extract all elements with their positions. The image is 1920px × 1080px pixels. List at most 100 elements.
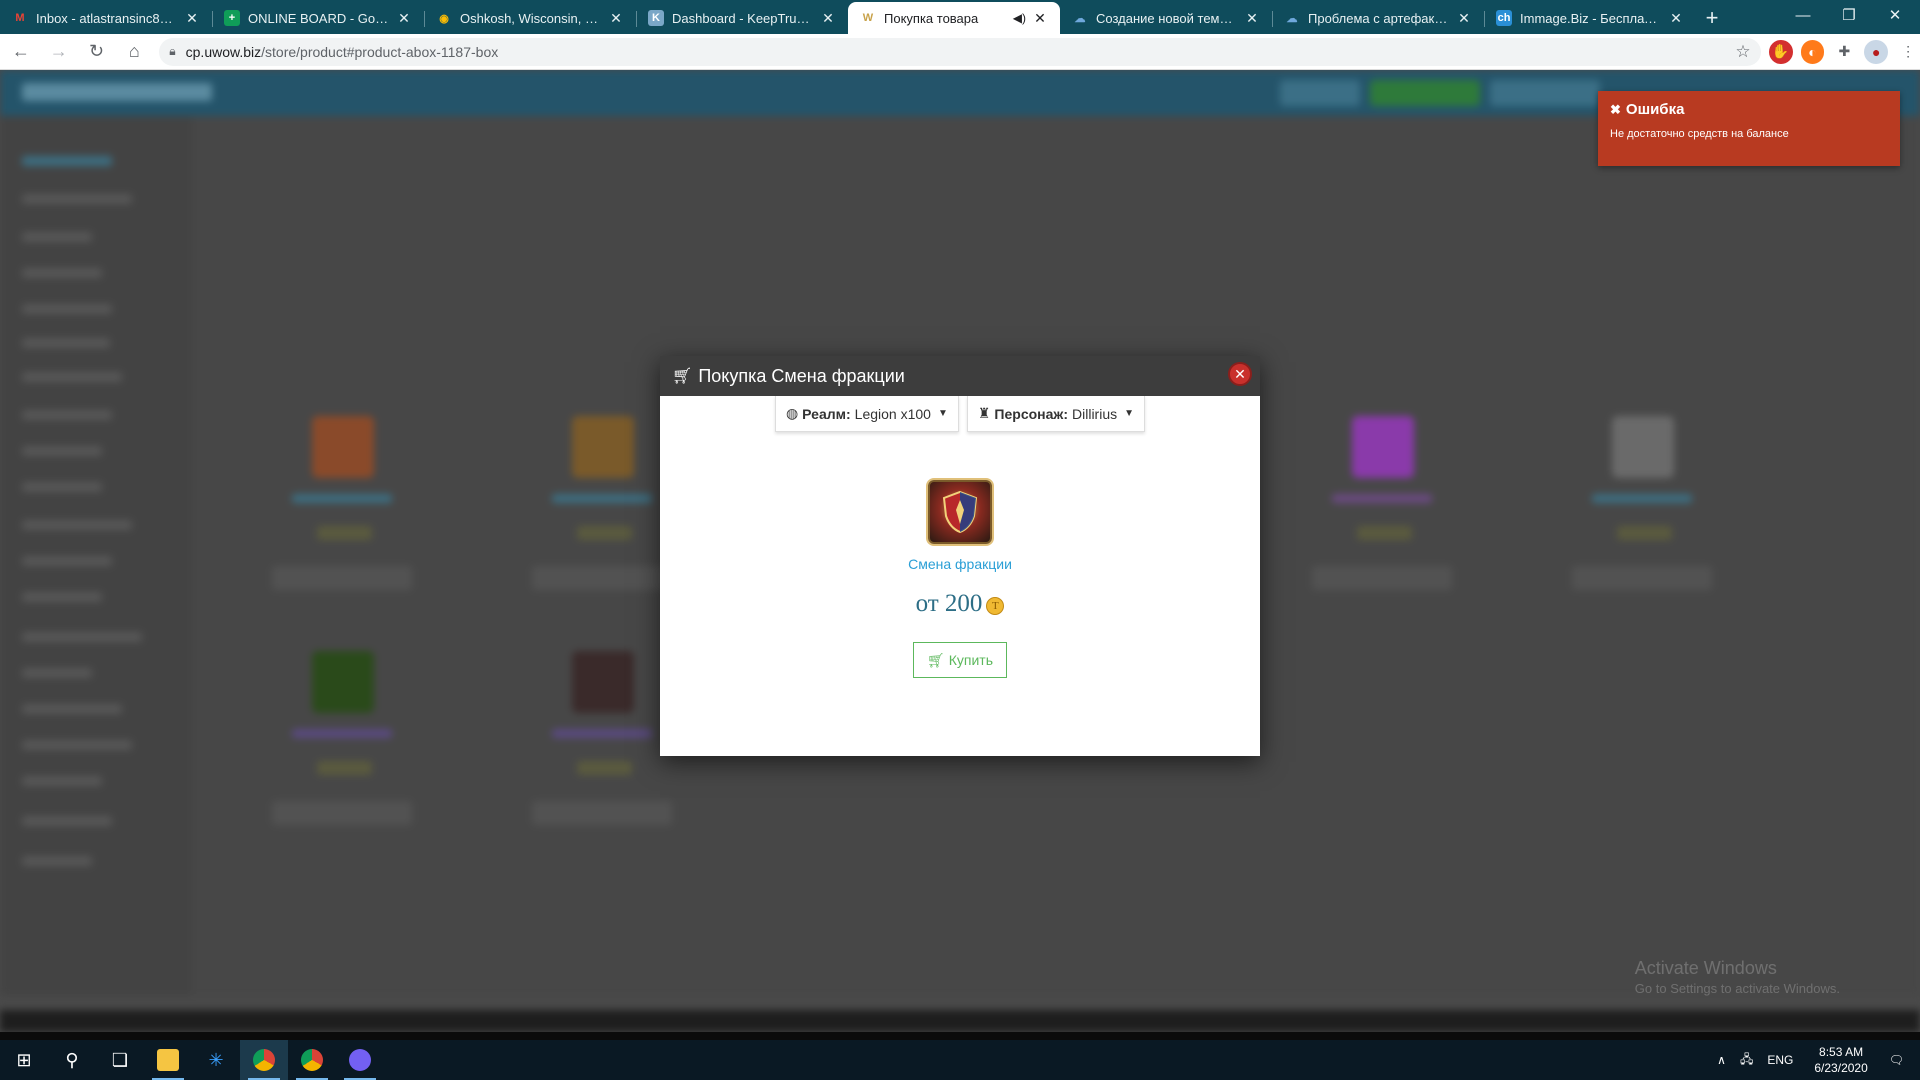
close-icon[interactable]: ✕ xyxy=(1244,10,1260,27)
taskbar-chrome[interactable] xyxy=(240,1040,288,1080)
character-icon: ♜ xyxy=(977,405,991,421)
audio-icon[interactable]: ◀) xyxy=(1013,11,1026,25)
browser-tab-strip: M Inbox - atlastransinc87@gm ✕ + ONLINE … xyxy=(0,0,1920,34)
realm-label: Реалм: xyxy=(802,405,851,422)
modal-close-button[interactable]: ✕ xyxy=(1228,362,1252,386)
forum-icon: ☁ xyxy=(1286,12,1298,25)
tab-immage[interactable]: ch Immage.Biz - Бесплатный ✕ xyxy=(1484,2,1696,34)
language-indicator[interactable]: ENG xyxy=(1767,1053,1793,1067)
shield-icon xyxy=(942,490,978,534)
tab-online-board[interactable]: + ONLINE BOARD - Google S ✕ xyxy=(212,2,424,34)
home-button[interactable]: ⌂ xyxy=(117,37,151,67)
tab-oshkosh[interactable]: ◉ Oshkosh, Wisconsin, USA to ✕ xyxy=(424,2,636,34)
folder-icon xyxy=(157,1049,179,1071)
system-tray: ∧ 🖧︎ ENG 8:53 AM 6/23/2020 🗨︎ xyxy=(1710,1040,1920,1080)
reload-button[interactable]: ↻ xyxy=(80,37,114,67)
faction-change-icon[interactable] xyxy=(928,480,992,544)
search-icon: ⚲ xyxy=(65,1049,79,1070)
windows-logo-icon: ⊞ xyxy=(16,1049,32,1070)
back-button[interactable]: ← xyxy=(4,37,38,67)
product-card xyxy=(262,651,422,851)
taskbar-viber[interactable] xyxy=(336,1040,384,1080)
extensions-puzzle-icon[interactable]: ✚ xyxy=(1832,40,1856,64)
extension-adblock-icon[interactable]: ✋ xyxy=(1768,39,1793,64)
selector-row: ◍ Реалм: Legion x100 ▼ ♜ Персонаж: Dilli… xyxy=(660,396,1260,432)
start-button[interactable]: ⊞ xyxy=(0,1040,48,1080)
tab-artifact-problem[interactable]: ☁ Проблема с артефактом и ✕ xyxy=(1272,2,1484,34)
taskbar-app-star[interactable]: ✳ xyxy=(192,1040,240,1080)
arrow-right-icon: → xyxy=(49,41,68,61)
reload-icon: ↻ xyxy=(88,41,105,61)
new-tab-button[interactable]: + xyxy=(1696,2,1728,34)
address-bar[interactable]: 🔒︎ cp.uwow.biz/store/product#product-abo… xyxy=(159,37,1761,66)
product-card xyxy=(1302,416,1462,616)
buy-label: Купить xyxy=(948,652,994,668)
close-window-button[interactable]: ✕ xyxy=(1872,0,1918,30)
close-icon[interactable]: ✕ xyxy=(184,10,200,27)
product-name-link[interactable]: Смена фракции xyxy=(660,556,1260,572)
tab-title: Создание новой темы - Ф xyxy=(1096,10,1238,26)
viber-icon xyxy=(349,1049,371,1071)
maps-icon: ◉ xyxy=(439,12,449,25)
realm-dropdown[interactable]: ◍ Реалм: Legion x100 ▼ xyxy=(774,396,959,432)
network-icon[interactable]: 🖧︎ xyxy=(1740,1050,1753,1071)
buy-button[interactable]: 🛒︎ Купить xyxy=(913,642,1007,678)
close-icon[interactable]: ✕ xyxy=(1668,10,1684,27)
product-card xyxy=(262,416,422,616)
menu-kebab-icon[interactable]: ⋮ xyxy=(1896,40,1920,64)
site-header-balance xyxy=(1370,80,1480,106)
tab-title: Immage.Biz - Бесплатный xyxy=(1520,10,1662,26)
clock-date: 6/23/2020 xyxy=(1814,1061,1868,1075)
clock[interactable]: 8:53 AM 6/23/2020 xyxy=(1814,1044,1867,1076)
globe-icon: ◍ xyxy=(785,405,799,421)
close-icon[interactable]: ✕ xyxy=(608,10,624,27)
character-label: Персонаж: xyxy=(994,405,1068,422)
tab-title: ONLINE BOARD - Google S xyxy=(248,10,390,26)
chevron-up-icon[interactable]: ∧ xyxy=(1717,1053,1726,1067)
watermark-subtitle: Go to Settings to activate Windows. xyxy=(1634,981,1840,996)
forum-icon: ☁ xyxy=(1074,12,1086,25)
extension-firefox-icon[interactable]: ◐ xyxy=(1800,39,1825,64)
caret-down-icon: ▼ xyxy=(1124,408,1135,419)
close-icon[interactable]: ✕ xyxy=(820,10,836,27)
product-card xyxy=(522,416,682,616)
search-button[interactable]: ⚲ xyxy=(48,1040,96,1080)
task-view-icon: ❏ xyxy=(111,1049,129,1070)
site-header-item xyxy=(1280,80,1360,106)
url-path: /store/product#product-abox-1187-box xyxy=(261,43,499,60)
task-view-button[interactable]: ❏ xyxy=(96,1040,144,1080)
toast-header: ✖ Ошибка xyxy=(1610,101,1888,118)
profile-avatar[interactable]: ● xyxy=(1864,39,1889,64)
error-toast[interactable]: ✖ Ошибка Не достаточно средств на баланс… xyxy=(1598,91,1900,166)
close-icon[interactable]: ✕ xyxy=(396,10,412,27)
character-dropdown[interactable]: ♜ Персонаж: Dillirius ▼ xyxy=(966,396,1146,432)
site-header-user xyxy=(1490,80,1600,106)
chrome-icon xyxy=(253,1049,275,1071)
notifications-icon[interactable]: 🗨︎ xyxy=(1889,1053,1904,1067)
tab-title: Inbox - atlastransinc87@gm xyxy=(36,10,178,26)
coin-icon: T xyxy=(986,596,1005,615)
toast-title: Ошибка xyxy=(1625,101,1685,118)
tab-keeptruckin[interactable]: K Dashboard - KeepTruckin ✕ xyxy=(636,2,848,34)
product-block: Смена фракции от 200 T 🛒︎ Купить xyxy=(660,480,1260,678)
product-price: от 200 T xyxy=(660,590,1260,618)
gmail-icon: M xyxy=(15,12,25,24)
restore-button[interactable]: ❐ xyxy=(1826,0,1872,30)
windows-taskbar: ⊞ ⚲ ❏ ✳ ∧ 🖧︎ ENG 8:53 AM 6/23/2020 🗨︎ xyxy=(0,1040,1920,1080)
tab-gmail[interactable]: M Inbox - atlastransinc87@gm ✕ xyxy=(0,2,212,34)
forward-button[interactable]: → xyxy=(42,37,76,67)
cart-icon: 🛒︎ xyxy=(926,651,945,668)
tab-purchase[interactable]: W Покупка товара ◀) ✕ xyxy=(848,2,1060,34)
snowflake-icon: ✳ xyxy=(208,1049,224,1070)
site-footer xyxy=(0,1010,1920,1032)
close-icon[interactable]: ✕ xyxy=(1032,10,1048,27)
minimize-button[interactable]: — xyxy=(1780,0,1826,30)
taskbar-chrome-profile[interactable] xyxy=(288,1040,336,1080)
watermark-title: Activate Windows xyxy=(1634,958,1777,978)
bookmark-star-icon[interactable]: ☆ xyxy=(1735,42,1750,62)
taskbar-file-explorer[interactable] xyxy=(144,1040,192,1080)
tab-new-topic[interactable]: ☁ Создание новой темы - Ф ✕ xyxy=(1060,2,1272,34)
close-icon[interactable]: ✕ xyxy=(1456,10,1472,27)
clock-time: 8:53 AM xyxy=(1819,1045,1864,1059)
realm-value: Legion x100 xyxy=(854,405,931,422)
